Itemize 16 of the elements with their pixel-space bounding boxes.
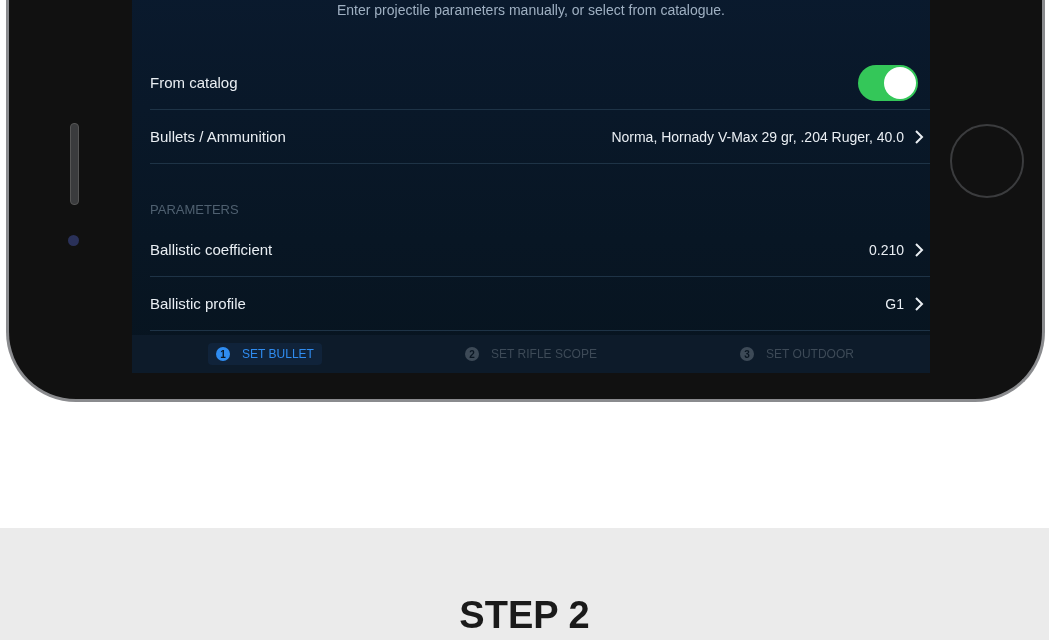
chevron-right-icon[interactable]	[914, 295, 924, 312]
chevron-right-icon[interactable]	[914, 241, 924, 258]
toggle-switch[interactable]	[858, 64, 918, 101]
row-value: Norma, Hornady V-Max 29 gr, .204 Ruger, 40.0	[611, 128, 904, 145]
screen-subtitle: Enter projectile parameters manually, or select from catalogue.	[336, 2, 726, 20]
section-header: PARAMETERS	[150, 202, 240, 217]
step-tab[interactable]: 1 SET BULLET	[208, 343, 322, 365]
row-label: From catalog	[150, 74, 239, 91]
row-label: Ballistic profile	[150, 295, 247, 312]
row-label: Bullets / Ammunition	[150, 128, 287, 145]
chevron-right-icon[interactable]	[914, 128, 924, 145]
camera-lens	[68, 235, 79, 246]
row-value: 0.210	[868, 241, 904, 258]
row-label: Ballistic coefficient	[150, 241, 274, 258]
step-heading: STEP 2	[459, 596, 590, 634]
row-value: G1	[885, 295, 904, 312]
